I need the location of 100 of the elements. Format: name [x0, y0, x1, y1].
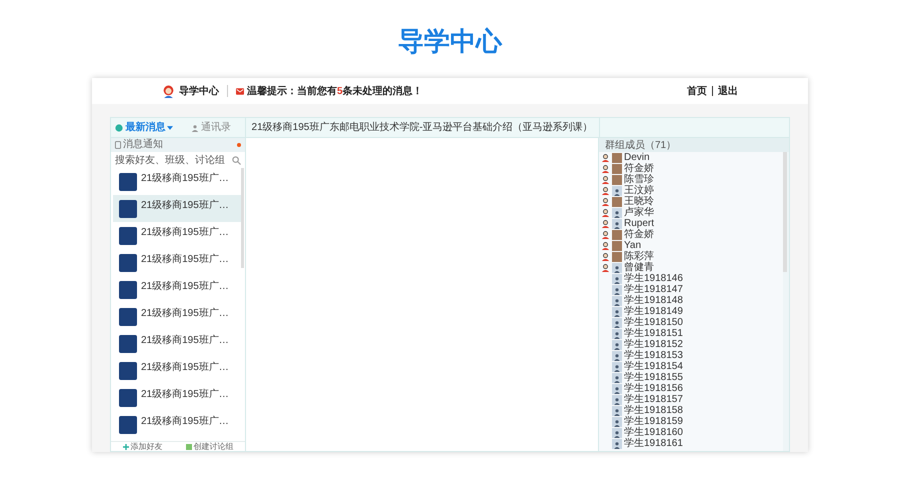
notification-icon — [115, 141, 121, 149]
chat-item[interactable]: 21级移商195班广… — [113, 168, 241, 195]
member-item[interactable]: 学生1918147 — [601, 284, 783, 295]
member-item[interactable]: Devin — [601, 152, 783, 163]
member-name: 学生1918158 — [624, 405, 683, 416]
member-name: 学生1918152 — [624, 339, 683, 350]
member-item[interactable]: 卢家华 — [601, 207, 783, 218]
member-item[interactable]: 学生1918155 — [601, 372, 783, 383]
member-item[interactable]: 学生1918146 — [601, 273, 783, 284]
scrollbar[interactable] — [241, 168, 244, 268]
member-name: Devin — [624, 152, 650, 163]
member-name: 学生1918146 — [624, 273, 683, 284]
member-name: 陈雪珍 — [624, 174, 654, 185]
group-thumbnail-placeholder — [119, 281, 137, 299]
member-item[interactable]: 符金娇 — [601, 229, 783, 240]
member-name: 学生1918155 — [624, 372, 683, 383]
chat-item[interactable]: 21级移商195班广… — [113, 195, 241, 222]
app-name: 导学中心 — [179, 84, 219, 98]
member-name: 曾健青 — [624, 262, 654, 273]
member-item[interactable]: 学生1918152 — [601, 339, 783, 350]
panel-tab[interactable]: 最新消息 — [111, 120, 178, 135]
chat-item[interactable]: 21级移商195班广… — [113, 384, 241, 411]
chat-name: 21级移商195班广… — [141, 416, 229, 428]
chat-item[interactable]: 21级移商195班广… — [113, 357, 241, 384]
group-thumbnail-placeholder — [119, 308, 137, 326]
group-thumbnail-placeholder — [119, 173, 137, 191]
member-item[interactable]: 学生1918161 — [601, 438, 783, 449]
group-thumbnail-placeholder — [119, 254, 137, 272]
person-icon — [191, 124, 200, 132]
member-item[interactable]: 符金娇 — [601, 163, 783, 174]
chat-name: 21级移商195班广… — [141, 173, 229, 185]
chat-name: 21级移商195班广… — [141, 389, 229, 401]
member-item[interactable]: 学生1918159 — [601, 416, 783, 427]
chat-item[interactable]: 21级移商195班广… — [113, 411, 241, 438]
chat-item[interactable]: 21级移商195班广… — [113, 330, 241, 357]
member-item[interactable]: 学生1918148 — [601, 295, 783, 306]
member-item[interactable]: 学生1918157 — [601, 394, 783, 405]
member-item[interactable]: Yan — [601, 240, 783, 251]
member-name: Rupert — [624, 218, 654, 229]
chat-name: 21级移商195班广… — [141, 200, 229, 212]
member-name: 陈彩萍 — [624, 251, 654, 262]
member-item[interactable]: 王汶婷 — [601, 185, 783, 196]
group-thumbnail-placeholder — [119, 362, 137, 380]
member-name: 符金娇 — [624, 163, 654, 174]
member-item[interactable]: 学生1918151 — [601, 328, 783, 339]
member-name: 学生1918150 — [624, 317, 683, 328]
member-name: 学生1918159 — [624, 416, 683, 427]
member-item[interactable]: 学生1918150 — [601, 317, 783, 328]
chat-item[interactable]: 21级移商195班广… — [113, 222, 241, 249]
member-name: 学生1918157 — [624, 394, 683, 405]
member-name: 卢家华 — [624, 207, 654, 218]
member-name: 学生1918156 — [624, 383, 683, 394]
chat-name: 21级移商195班广… — [141, 335, 229, 347]
chat-name: 21级移商195班广… — [141, 254, 229, 266]
member-item[interactable]: 学生1918160 — [601, 427, 783, 438]
nav-link[interactable]: 退出 — [718, 84, 738, 98]
member-item[interactable]: 学生1918156 — [601, 383, 783, 394]
conversation-title: 21级移商195班广东邮电职业技术学院-亚马逊平台基础介绍（亚马逊系列课） — [246, 118, 600, 137]
member-item[interactable]: 曾健青 — [601, 262, 783, 273]
member-name: 学生1918148 — [624, 295, 683, 306]
member-item[interactable]: 学生1918153 — [601, 350, 783, 361]
chat-item[interactable]: 21级移商195班广… — [113, 249, 241, 276]
member-item[interactable]: 陈雪珍 — [601, 174, 783, 185]
member-name: 符金娇 — [624, 229, 654, 240]
footer-button[interactable]: 创建讨论组 — [186, 442, 234, 451]
member-item[interactable]: 学生1918158 — [601, 405, 783, 416]
mascot-logo-icon — [162, 84, 175, 98]
member-name: 王晓玲 — [624, 196, 654, 207]
member-item[interactable]: Rupert — [601, 218, 783, 229]
member-item[interactable]: 学生1918154 — [601, 361, 783, 372]
notice-text: 温馨提示：当前您有5条未处理的消息！ — [247, 84, 423, 98]
chat-item[interactable]: 21级移商195班广… — [113, 303, 241, 330]
member-name: 学生1918154 — [624, 361, 683, 372]
group-thumbnail-placeholder — [119, 335, 137, 353]
member-name: 学生1918161 — [624, 438, 683, 449]
member-name: 王汶婷 — [624, 185, 654, 196]
group-thumbnail-placeholder — [119, 227, 137, 245]
page-title: 导学中心 — [398, 25, 502, 58]
chat-item[interactable]: 21级移商195班广… — [113, 276, 241, 303]
member-name: 学生1918147 — [624, 284, 683, 295]
member-item[interactable]: 学生1918149 — [601, 306, 783, 317]
chat-name: 21级移商195班广… — [141, 362, 229, 374]
nav-link[interactable]: 首页 — [687, 84, 707, 98]
chat-bubble-icon — [115, 124, 124, 132]
chat-name: 21级移商195班广… — [141, 227, 229, 239]
caret-icon — [167, 126, 174, 130]
member-item[interactable]: 王晓玲 — [601, 196, 783, 207]
members-title: 群组成员（71） — [599, 138, 789, 152]
group-thumbnail-placeholder — [119, 200, 137, 218]
group-thumbnail-placeholder — [119, 416, 137, 434]
footer-button[interactable]: 添加好友 — [122, 442, 162, 451]
member-name: Yan — [624, 240, 642, 251]
group-icon — [186, 444, 192, 450]
mail-icon — [236, 88, 244, 94]
member-name: 学生1918151 — [624, 328, 683, 339]
member-name: 学生1918160 — [624, 427, 683, 438]
chat-name: 21级移商195班广… — [141, 308, 229, 320]
member-item[interactable]: 陈彩萍 — [601, 251, 783, 262]
chat-name: 21级移商195班广… — [141, 281, 229, 293]
search-field[interactable]: 搜索好友、班级、讨论组 — [111, 152, 245, 168]
